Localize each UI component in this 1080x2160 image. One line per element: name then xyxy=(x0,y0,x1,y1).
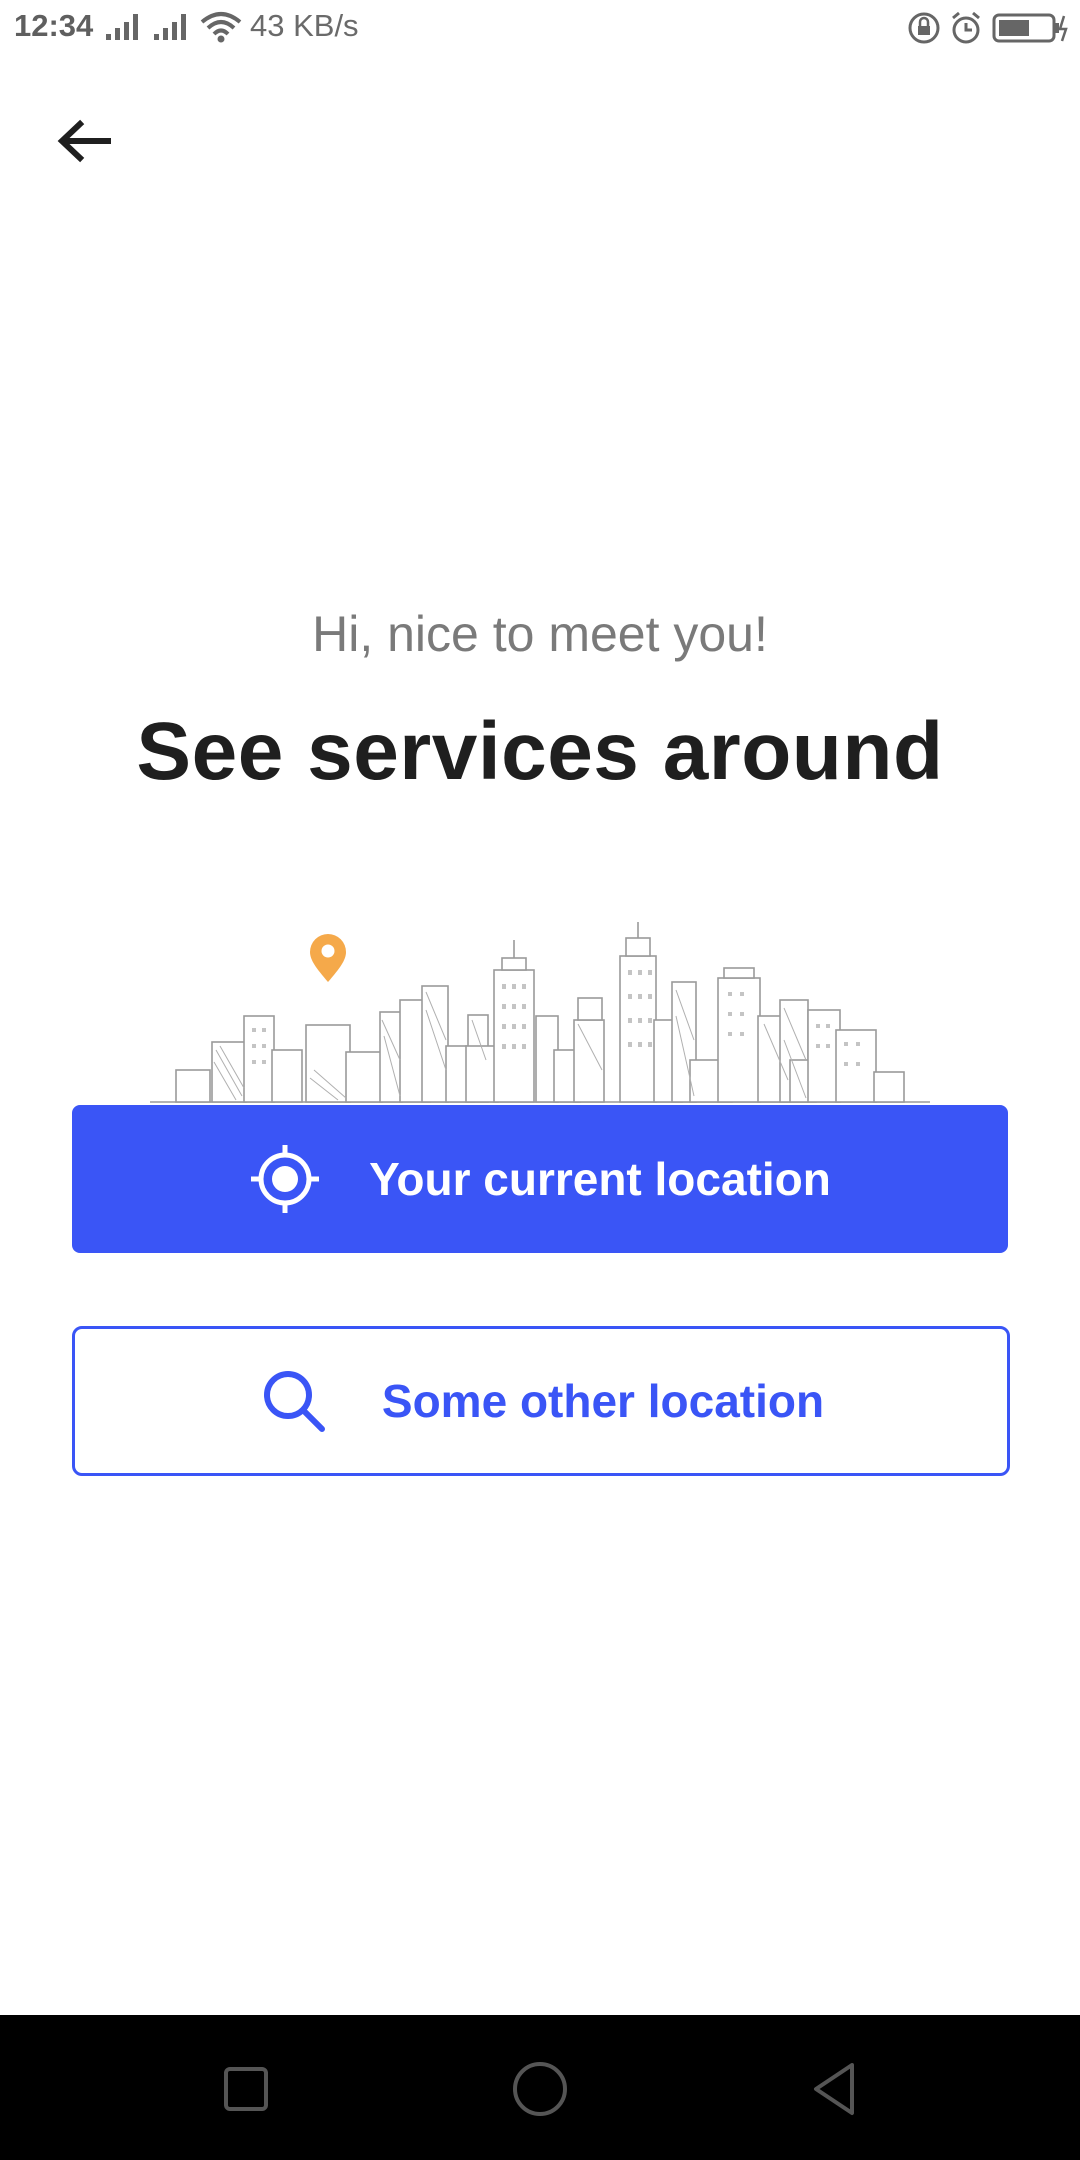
battery-icon xyxy=(992,13,1068,43)
network-speed: 43 KB/s xyxy=(250,8,359,43)
other-location-label: Some other location xyxy=(381,1375,825,1427)
crosshair-icon xyxy=(251,1145,320,1213)
signal-icon xyxy=(106,14,138,40)
location-onboarding-screen: 12:34 43 KB/s Hi, nice to meet you! See … xyxy=(0,0,1080,2160)
back-nav-icon[interactable] xyxy=(802,2057,866,2121)
wifi-icon xyxy=(200,12,242,43)
arrow-left-icon xyxy=(57,119,111,163)
current-location-button[interactable]: Your current location xyxy=(72,1105,1008,1253)
recent-apps-icon[interactable] xyxy=(214,2057,278,2121)
greeting-text: Hi, nice to meet you! xyxy=(312,606,768,662)
search-icon xyxy=(263,1371,325,1432)
page-title: See services around xyxy=(136,706,944,797)
status-time: 12:34 xyxy=(14,8,94,43)
rotation-lock-icon xyxy=(908,12,940,44)
signal-icon xyxy=(154,14,186,40)
system-navigation-bar xyxy=(0,2015,1080,2160)
other-location-button[interactable]: Some other location xyxy=(72,1326,1010,1476)
alarm-icon xyxy=(952,11,980,44)
back-button[interactable] xyxy=(50,110,120,180)
map-pin-icon xyxy=(310,934,346,982)
status-bar: 12:34 43 KB/s xyxy=(0,0,1080,56)
city-skyline-illustration xyxy=(150,922,930,1103)
current-location-label: Your current location xyxy=(369,1153,831,1205)
home-icon[interactable] xyxy=(508,2057,572,2121)
